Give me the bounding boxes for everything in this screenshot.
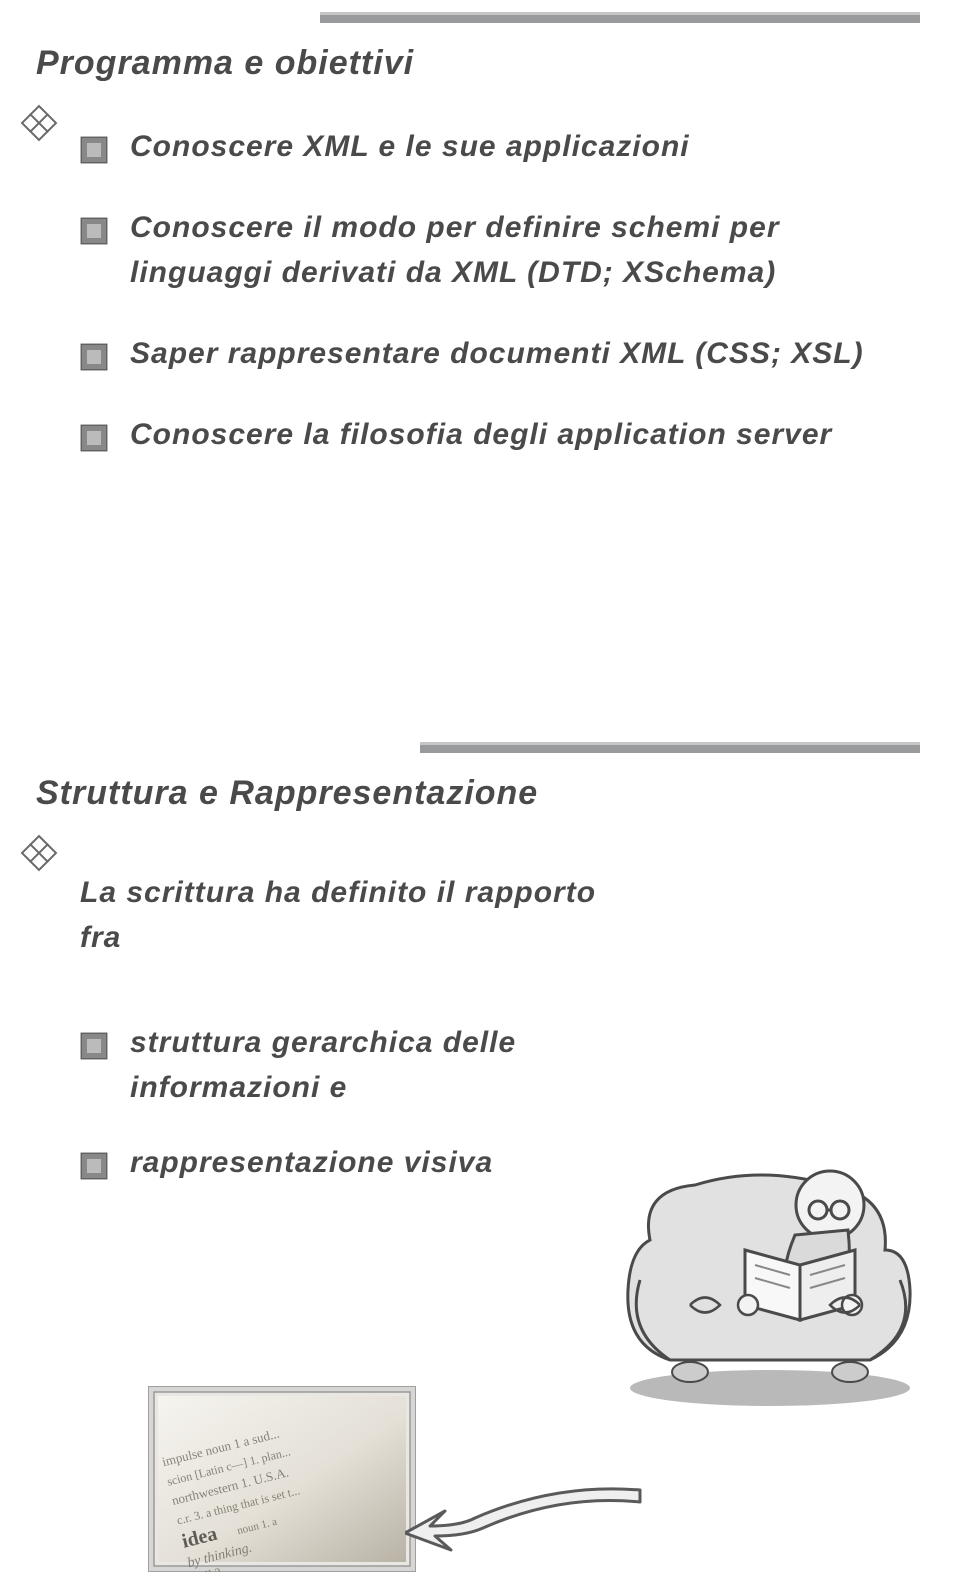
bullet-text: Saper rappresentare documenti XML (CSS; … [130,337,864,370]
connector-arrow-icon [405,1478,645,1558]
bullet-list: Conoscere XML e le sue applicazioni Cono… [80,124,900,493]
bullet-item: Saper rappresentare documenti XML (CSS; … [80,331,900,376]
bullet-icon [80,213,108,258]
slide-struttura: Struttura e Rappresentazione La scrittur… [0,730,960,1590]
bullet-item: Conoscere il modo per definire schemi pe… [80,205,900,295]
bullet-list: struttura gerarchica delle informazioni … [80,1020,600,1215]
dictionary-image: impulse noun 1 a sud... scion [Latin c—]… [148,1386,416,1572]
bullet-text: struttura gerarchica delle informazioni … [130,1026,516,1104]
bullet-text: Conoscere il modo per definire schemi pe… [130,211,780,289]
bullet-text: rappresentazione visiva [130,1146,493,1179]
bullet-item: Conoscere la filosofia degli application… [80,412,900,457]
title-marker-icon [21,835,58,872]
title-divider [320,12,920,23]
bullet-item: struttura gerarchica delle informazioni … [80,1020,600,1110]
slide-title: Programma e obiettivi [36,44,414,83]
bullet-text: Conoscere la filosofia degli application… [130,418,832,451]
title-divider [420,742,920,753]
bullet-icon [80,132,108,177]
bullet-item: rappresentazione visiva [80,1140,600,1185]
bullet-icon [80,420,108,465]
slide-title: Struttura e Rappresentazione [36,774,538,813]
bullet-icon [80,339,108,384]
bullet-icon [80,1148,108,1193]
slide-programma: Programma e obiettivi Conoscere XML e le… [0,0,960,730]
bullet-icon [80,1028,108,1073]
title-marker-icon [21,105,58,142]
bullet-text: Conoscere XML e le sue applicazioni [130,130,690,163]
bullet-item: Conoscere XML e le sue applicazioni [80,124,900,169]
cartoon-reader-icon [600,1110,930,1410]
intro-text: La scrittura ha definito il rapporto fra [80,870,600,960]
